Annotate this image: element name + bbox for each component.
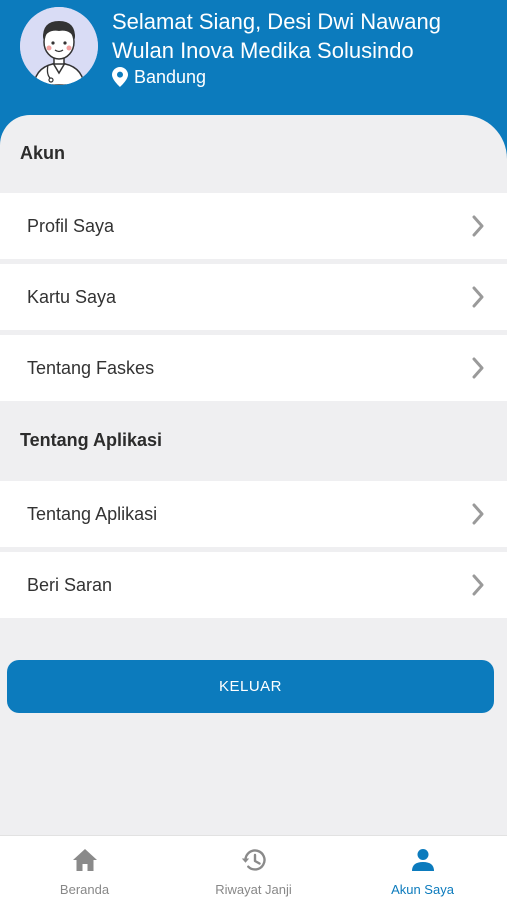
menu-item-label: Tentang Faskes [27, 357, 155, 378]
section-title-tentang-aplikasi: Tentang Aplikasi [20, 430, 163, 450]
menu-item-label: Profil Saya [27, 215, 115, 236]
tab-label: Beranda [59, 882, 110, 897]
menu-item-label: Tentang Aplikasi [27, 503, 158, 524]
menu-item-tentang-aplikasi[interactable]: Tentang Aplikasi [0, 481, 507, 547]
tab-label: Riwayat Janji [215, 882, 292, 897]
menu-item-label: Beri Saran [27, 574, 113, 595]
chevron-right-icon [472, 286, 484, 308]
home-icon [72, 849, 97, 871]
chevron-right-icon [472, 357, 484, 379]
doctor-avatar-icon [20, 7, 98, 85]
chevron-right-icon [472, 215, 484, 237]
greeting-text: Selamat Siang, Desi Dwi Nawang Wulan Ino… [112, 9, 441, 63]
menu-item-profil-saya[interactable]: Profil Saya [0, 193, 507, 259]
person-icon [411, 849, 434, 871]
logout-button[interactable]: KELUAR [7, 660, 494, 713]
section-title-akun: Akun [20, 143, 65, 163]
menu-item-beri-saran[interactable]: Beri Saran [0, 552, 507, 618]
tab-beranda[interactable]: Beranda [0, 836, 169, 900]
chevron-right-icon [472, 574, 484, 596]
menu-item-tentang-faskes[interactable]: Tentang Faskes [0, 335, 507, 401]
location: Bandung [112, 66, 206, 88]
tab-label: Akun Saya [391, 882, 454, 897]
menu-item-kartu-saya[interactable]: Kartu Saya [0, 264, 507, 330]
avatar[interactable] [20, 7, 98, 85]
location-pin-icon [112, 67, 128, 87]
tab-riwayat-janji[interactable]: Riwayat Janji [169, 836, 338, 900]
bottom-tab-bar: Beranda Riwayat Janji Akun Saya [0, 835, 507, 900]
history-icon [241, 849, 266, 871]
tab-akun-saya[interactable]: Akun Saya [338, 836, 507, 900]
menu-item-label: Kartu Saya [27, 286, 117, 307]
location-label: Bandung [134, 67, 207, 87]
chevron-right-icon [472, 503, 484, 525]
